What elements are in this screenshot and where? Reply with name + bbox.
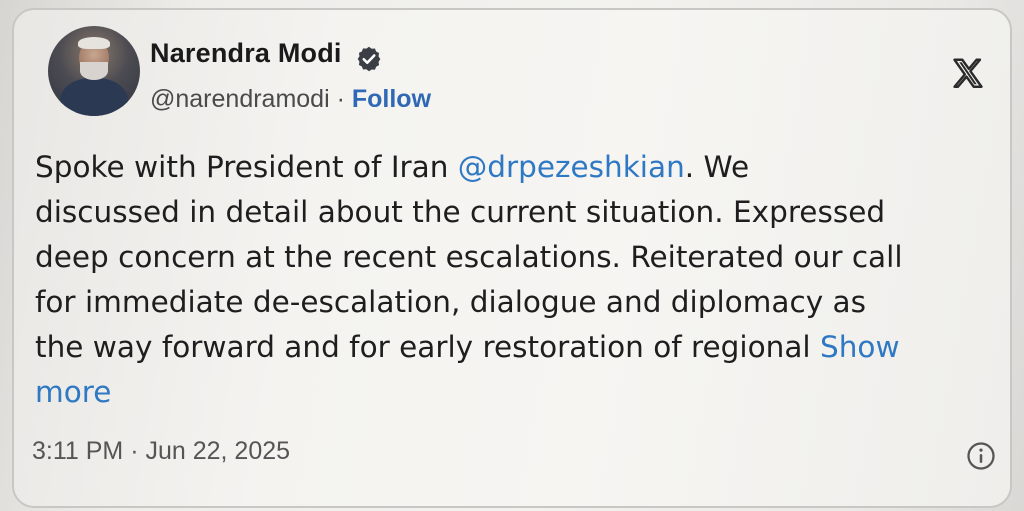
post-text-line: the way forward and for early restoratio… [35,330,900,364]
show-more-link-continued[interactable]: more [35,370,1015,415]
mention-link[interactable]: @drpezeshkian [458,150,685,184]
post-timestamp[interactable]: 3:11 PM · Jun 22, 2025 [32,437,290,466]
avatar[interactable] [48,26,140,116]
post-text-line: for immediate de-escalation, dialogue an… [35,285,866,319]
follow-button[interactable]: Follow [352,85,431,113]
show-more-link[interactable]: Show [820,330,900,364]
verified-badge-icon [357,46,381,72]
screen-photo: Narendra Modi @narendramodi · Follow Spo… [0,0,1024,511]
post-text-line: Spoke with President of Iran @drpezeshki… [35,150,750,184]
x-logo-icon[interactable] [950,56,986,92]
separator-dot: · [329,85,352,113]
info-icon[interactable] [966,441,996,471]
handle-line: @narendramodi · Follow [150,85,431,114]
author-handle[interactable]: @narendramodi [150,85,330,113]
post-text-line: discussed in detail about the current si… [35,195,886,229]
post-text: Spoke with President of Iran @drpezeshki… [35,145,1015,415]
author-name[interactable]: Narendra Modi [150,38,342,69]
post-text-line: deep concern at the recent escalations. … [35,240,903,274]
